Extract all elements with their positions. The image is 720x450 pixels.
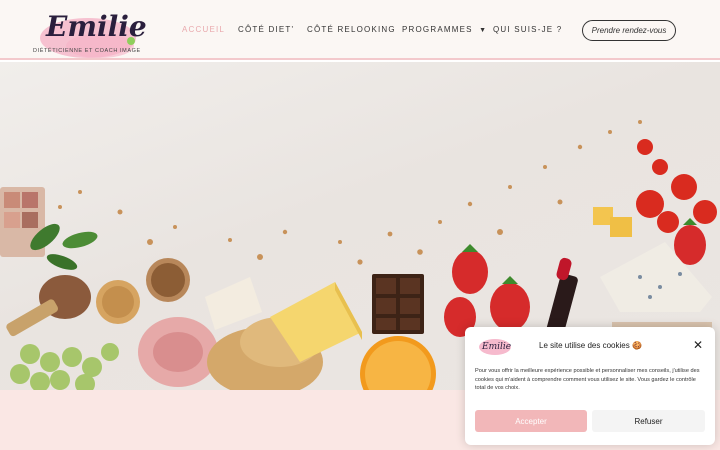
chevron-down-icon: ▼ [479,27,488,34]
nav-cote-diet[interactable]: CÔTÉ DIET' [238,25,294,34]
logo-brush-icon: Emilie [479,339,511,355]
site-logo[interactable]: Emilie DIÉTÉTICIENNE ET COACH IMAGE [30,8,147,70]
close-icon[interactable]: ✕ [693,339,703,351]
nav-accueil[interactable]: ACCUEIL [182,25,225,34]
site-header: Emilie DIÉTÉTICIENNE ET COACH IMAGE ACCU… [0,0,720,60]
refuse-cookies-button[interactable]: Refuser [592,410,705,432]
nav-cote-relooking[interactable]: CÔTÉ RELOOKING [307,25,396,34]
cookie-banner: Emilie Le site utilise des cookies 🍪 ✕ P… [465,327,715,445]
logo-tagline: DIÉTÉTICIENNE ET COACH IMAGE [33,48,141,54]
nav-programmes[interactable]: PROGRAMMES ▼ [402,25,487,34]
accept-cookies-button[interactable]: Accepter [475,410,587,432]
logo-name: Emilie [46,10,147,43]
nav-qui-suis-je[interactable]: QUI SUIS-JE ? [493,25,562,34]
cookie-logo-text: Emilie [481,342,511,352]
nav-programmes-label: PROGRAMMES [402,25,473,34]
cookie-title: Le site utilise des cookies 🍪 [539,341,642,350]
cookie-description: Pour vous offrir la meilleure expérience… [475,368,700,391]
appointment-button[interactable]: Prendre rendez-vous [582,20,676,41]
cookie-logo: Emilie [477,335,513,359]
